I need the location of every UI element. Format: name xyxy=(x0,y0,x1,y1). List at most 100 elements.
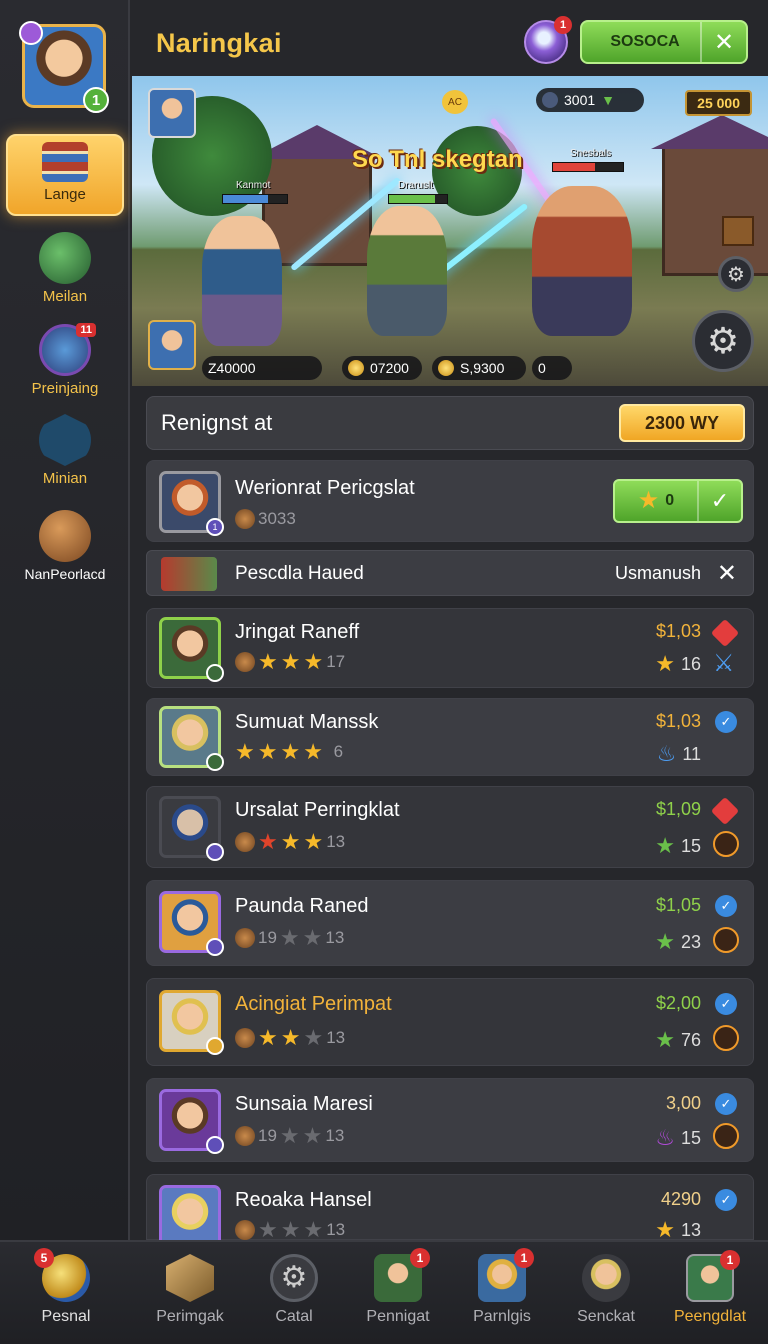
stat-value: 23 xyxy=(680,931,701,952)
nav-item-catal[interactable]: ⚙ Catal xyxy=(242,1254,346,1326)
sidebar-item-preinjaing[interactable]: 11 Preinjaing xyxy=(6,323,124,397)
hp-bar-left xyxy=(222,194,288,204)
rating-count: 13 xyxy=(326,1220,346,1239)
sidebar-item-minian[interactable]: Minian xyxy=(6,414,124,487)
mage-icon xyxy=(582,1254,630,1302)
player-name: Acingiat Perimpat xyxy=(235,993,392,1015)
player-portrait xyxy=(159,796,224,861)
nav-item-pesnal[interactable]: 5 Pesnal xyxy=(14,1248,118,1326)
sidebar-item-label: Meilan xyxy=(42,288,88,305)
filter-label: Pescdla Haued xyxy=(235,563,364,584)
star-icon: ★ xyxy=(279,925,300,950)
player-chip: 3001 ▼ xyxy=(536,88,644,112)
chevron-down-icon: ▼ xyxy=(601,92,616,108)
star-icon: ★ xyxy=(235,739,255,764)
hero-portrait[interactable] xyxy=(148,320,196,370)
price: 3,00 xyxy=(665,1093,701,1113)
star-icon: ★ xyxy=(302,1123,323,1148)
player-portrait: 1 xyxy=(159,471,224,536)
blue-sword-icon[interactable]: ⚔ xyxy=(713,649,741,677)
sidebar-item-lange[interactable]: Lange xyxy=(6,134,124,216)
shield-icon xyxy=(39,510,91,562)
claim-button[interactable]: ★ 0 ✓ xyxy=(613,479,743,523)
close-icon[interactable]: ✕ xyxy=(717,559,737,588)
coin-value: S,9300 xyxy=(460,360,505,376)
settings-gear-icon[interactable]: ⚙ xyxy=(692,310,754,372)
top-action-label: SOSOCA xyxy=(610,33,680,50)
nav-item-perimgak[interactable]: Perimgak xyxy=(138,1254,242,1326)
crystal-orb-icon[interactable]: 1 xyxy=(524,16,572,64)
bronze-medal-icon xyxy=(235,652,255,672)
stat-value: 16 xyxy=(680,653,701,674)
list-item[interactable]: Paunda Raned 19 ★ ★ 13 $1,05 ✓ ★ 23 xyxy=(146,880,754,966)
rank-icon xyxy=(713,831,739,857)
nav-item-pennigat[interactable]: 1 Pennigat xyxy=(346,1248,450,1326)
rating: ★ ★ ★ ★ 6 xyxy=(235,741,343,763)
star-icon: ★ xyxy=(279,1123,300,1148)
list-item[interactable]: Ursalat Perringklat ★ ★ ★ 13 $1,09 ★ 15 xyxy=(146,786,754,868)
list-item[interactable]: Jringat Raneff ★ ★ ★ 17 $1,03 ★ 16 ⚔ xyxy=(146,608,754,688)
stat-value: 13 xyxy=(680,1219,701,1240)
house-right xyxy=(662,146,768,276)
star-icon: ★ xyxy=(258,1025,278,1050)
star-icon: ★ xyxy=(303,1025,324,1050)
filter-row[interactable]: Pescdla Haued Usmanush ✕ xyxy=(146,550,754,596)
price: $1,05 xyxy=(655,895,701,915)
list-item[interactable]: Acingiat Perimpat ★ ★ ★ 13 $2,00 ✓ ★ 76 xyxy=(146,978,754,1066)
notification-badge: 1 xyxy=(410,1248,430,1268)
section-heading: Renignst at xyxy=(161,410,273,435)
star-icon: ★ xyxy=(655,1027,675,1052)
coin-value: 07200 xyxy=(370,360,409,376)
section-action-button[interactable]: 2300 WY xyxy=(619,404,745,442)
stat: ★ 76 xyxy=(655,1027,701,1053)
player-portrait xyxy=(159,1185,221,1247)
page-title: Naringkai xyxy=(156,28,282,58)
player-name: Reoaka Hansel xyxy=(235,1189,372,1211)
leaf-icon xyxy=(39,232,91,284)
sidebar-item-nanpeorlacd[interactable]: NanPeorlacd xyxy=(6,510,124,582)
list-item[interactable]: Reoaka Hansel ★ ★ ★ 13 4290 ✓ ★ 13 xyxy=(146,1174,754,1247)
level-badge xyxy=(206,1136,224,1154)
rating-count: 13 xyxy=(326,1028,346,1047)
claim-value: ★ 0 xyxy=(615,489,697,513)
rating: 19 ★ ★ 13 xyxy=(235,927,344,949)
nav-label: Perimgak xyxy=(156,1308,224,1325)
verified-check-icon: ✓ xyxy=(715,711,737,733)
star-icon: ★ xyxy=(655,1217,675,1242)
nav-label: Pennigat xyxy=(366,1308,430,1325)
close-icon[interactable]: ✕ xyxy=(700,22,746,62)
list-item[interactable]: Sunsaia Maresi 19 ★ ★ 13 3,00 ✓ ♨ 15 xyxy=(146,1078,754,1162)
ruby-icon xyxy=(710,618,740,648)
avatar-level-badge: 1 xyxy=(83,87,109,113)
verified-check-icon: ✓ xyxy=(715,895,737,917)
hp-bar-right xyxy=(552,162,624,172)
notification-badge: 1 xyxy=(514,1248,534,1268)
player-name: Sumuat Manssk xyxy=(235,711,379,733)
ranger-icon: 1 xyxy=(686,1250,740,1302)
level-badge xyxy=(206,753,224,771)
top-action-button[interactable]: SOSOCA ✕ xyxy=(580,20,748,64)
sidebar: 1 Lange Meilan 11 Preinjaing Minian NanP… xyxy=(0,0,130,1240)
stat-value: 76 xyxy=(680,1029,701,1050)
settings-gear-icon[interactable]: ⚙ xyxy=(718,256,754,292)
nav-item-parnlgis[interactable]: 1 Parnlgis xyxy=(450,1248,554,1326)
star-icon: ★ xyxy=(280,739,301,764)
warrior-icon: 1 xyxy=(374,1248,430,1302)
check-icon[interactable]: ✓ xyxy=(697,481,741,521)
player-portrait xyxy=(159,617,224,682)
player-avatar[interactable]: 1 xyxy=(19,21,109,113)
star-icon: ★ xyxy=(655,651,675,676)
sidebar-item-meilan[interactable]: Meilan xyxy=(6,232,124,305)
nav-item-peengdlat[interactable]: 1 Peengdlat xyxy=(658,1250,762,1326)
cube-icon xyxy=(166,1254,214,1302)
verified-check-icon: ✓ xyxy=(715,1093,737,1115)
verified-check-icon: ✓ xyxy=(715,993,737,1015)
books-icon xyxy=(42,142,88,182)
featured-row[interactable]: 1 Werionrat Pericgslat 3033 ★ 0 ✓ xyxy=(146,460,754,542)
star-icon: ★ xyxy=(257,739,278,764)
battle-scene[interactable]: So Tnl skegtan Kanmot Draruslt Snesbals … xyxy=(132,76,768,386)
nav-item-senckat[interactable]: Senckat xyxy=(554,1254,658,1326)
list-item[interactable]: Sumuat Manssk ★ ★ ★ ★ 6 $1,03 ✓ ♨ 11 xyxy=(146,698,754,776)
ally-portrait[interactable] xyxy=(148,88,196,138)
coin-icon xyxy=(438,360,454,376)
